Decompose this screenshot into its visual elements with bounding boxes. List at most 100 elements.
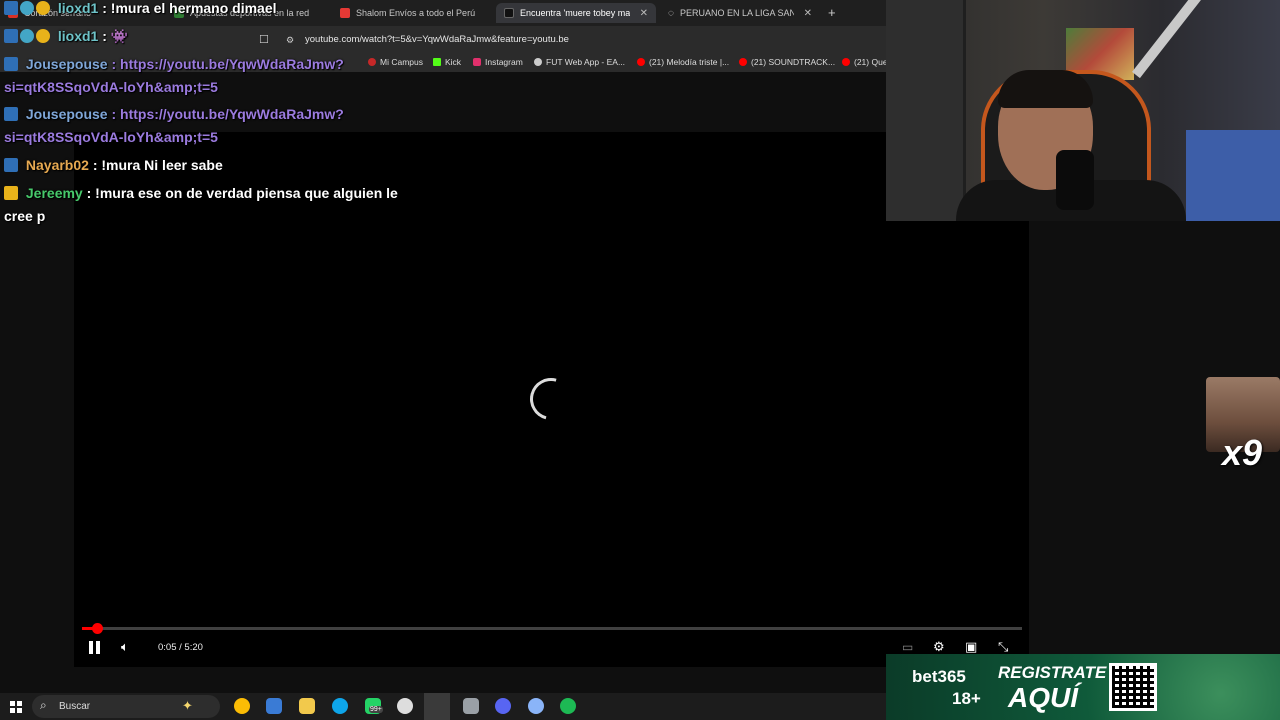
bookmark-icon [368,58,376,66]
obs-icon[interactable] [397,698,413,714]
chat-message-continued: si=qtK8SSqoVdA-loYh&amp;t=5 [4,129,218,145]
bookmark-item[interactable]: (21) Melodía triste |... [637,57,729,67]
chat-link[interactable]: : https://youtu.be/YqwWdaRaJmw? [111,56,343,72]
chat-message: Nayarb02 : !mura Ni leer sabe [4,157,223,173]
instagram-icon [473,58,481,66]
chat-text: : !mura Ni leer sabe [92,157,223,173]
search-placeholder: Buscar [59,701,91,712]
windows-start-icon[interactable] [10,701,22,713]
taskbar-search[interactable]: ⌕ Buscar ✦ [32,695,220,718]
notification-badge: 99+ [369,706,383,713]
volume-icon[interactable]: 🔈︎ [121,639,129,655]
age-label: 18+ [952,689,981,708]
chat-text: cree p [4,208,46,224]
tab-4[interactable]: Encuentra 'muere tobey maguire' ✕ [496,3,656,23]
bookmark-item[interactable]: (21) SOUNDTRACK... [739,57,835,67]
youtube-icon [637,58,645,66]
store-icon[interactable] [266,698,282,714]
bookmark-icon[interactable]: ☐ [259,33,269,46]
bed [1186,130,1280,221]
folder-icon[interactable] [299,698,315,714]
captions-icon[interactable]: ▭ [902,640,913,654]
qr-code [1109,663,1157,711]
chat-username[interactable]: Nayarb02 [26,157,89,173]
ad-cta-bottom: AQUÍ [1008,682,1078,713]
url-field[interactable]: youtube.com/watch?t=5&v=YqwWdaRaJmw&feat… [305,34,569,45]
microphone [1056,150,1094,210]
chat-link[interactable]: : https://youtu.be/YqwWdaRaJmw? [111,106,343,122]
chat-message: lioxd1 : !mura el hermano dimael [4,0,277,16]
chat-username[interactable]: Jereemy [26,185,83,201]
tab-label: PERUANO EN LA LIGA SANTANDER [679,8,794,18]
edge-icon[interactable] [332,698,348,714]
tab-5[interactable]: ◌ PERUANO EN LA LIGA SANTANDER ✕ [660,3,820,23]
progress-bar[interactable] [82,623,1022,634]
chat-username[interactable]: lioxd1 [58,0,98,16]
sub-badge-icon [36,1,50,15]
tab-favicon-icon [340,8,350,18]
bookmark-label: (21) SOUNDTRACK... [751,57,836,67]
mic-arm [1132,0,1227,79]
search-highlight-icon: ✦ [182,698,193,713]
crown-badge-icon [4,186,18,200]
webcam-feed [886,0,1280,221]
whatsapp-icon[interactable]: 99+ [365,698,383,714]
bookmark-label: (21) Que [854,57,888,67]
tab-close-icon[interactable]: ✕ [804,8,812,19]
sub-badge-icon [36,29,50,43]
tab-close-icon[interactable]: ✕ [640,8,648,19]
bookmark-label: Instagram [485,57,523,67]
new-tab-icon[interactable]: + [828,5,836,20]
bookmark-item[interactable]: FUT Web App - EA... [534,57,625,67]
theater-mode-icon[interactable]: ▣ [965,639,977,655]
streamer-hair [998,70,1093,108]
taskbar-active-indicator [424,693,450,720]
gem-badge-icon [20,29,34,43]
spotify-icon[interactable] [560,698,576,714]
bookmark-label: FUT Web App - EA... [546,57,626,67]
globe-icon [534,58,542,66]
chat-message: lioxd1 : 👾 [4,28,128,45]
discord-icon[interactable] [495,698,511,714]
verified-badge-icon [4,158,18,172]
tab-label: Shalom Envíos a todo el Perú [356,8,476,18]
chat-text: : !mura el hermano dimael [102,0,277,16]
youtube-icon [739,58,747,66]
verified-badge-icon [4,107,18,121]
chat-username[interactable]: Jousepouse [26,56,108,72]
bookmark-item[interactable]: Kick [433,57,461,67]
gem-badge-icon [20,1,34,15]
progress-handle[interactable] [92,623,104,634]
emote-multiplier: x9 [1222,432,1263,473]
address-bar: ☐ ⚙ youtube.com/watch?t=5&v=YqwWdaRaJmw&… [0,26,886,54]
chat-link[interactable]: si=qtK8SSqoVdA-loYh&amp;t=5 [4,129,218,145]
bookmark-item[interactable]: (21) Que [842,57,888,67]
time-display: 0:05 / 5:20 [158,642,203,653]
chat-message-continued: si=qtK8SSqoVdA-loYh&amp;t=5 [4,79,218,95]
tiktok-favicon-icon [504,8,514,18]
chat-message: Jousepouse : https://youtu.be/YqwWdaRaJm… [4,56,344,72]
bookmark-label: (21) Melodía triste |... [649,57,730,67]
bookmark-label: Mi Campus [380,57,423,67]
chrome-icon[interactable] [234,698,250,714]
verified-badge-icon [4,1,18,15]
tab-3[interactable]: Shalom Envíos a todo el Perú [332,3,496,23]
chat-link[interactable]: si=qtK8SSqoVdA-loYh&amp;t=5 [4,79,218,95]
bookmark-item[interactable]: Instagram [473,57,523,67]
fullscreen-icon[interactable]: ⤡ [998,639,1008,655]
bookmark-label: Kick [445,57,462,67]
settings-icon[interactable] [528,698,544,714]
ad-banner: bet365 18+ REGISTRATE AQUÍ [886,654,1280,720]
chat-username[interactable]: Jousepouse [26,106,108,122]
chat-text: : !mura ese on de verdad piensa que algu… [86,185,398,201]
pause-icon[interactable] [89,641,101,654]
bookmark-item[interactable]: Mi Campus [368,57,423,67]
settings-icon[interactable]: ⚙ [933,639,945,655]
chat-username[interactable]: lioxd1 [58,28,98,44]
verified-badge-icon [4,29,18,43]
ad-cta-top: REGISTRATE [998,663,1107,682]
site-info-icon[interactable]: ⚙ [286,35,294,46]
app-icon[interactable] [463,698,479,714]
chat-message: Jereemy : !mura ese on de verdad piensa … [4,185,398,201]
shelf [886,0,966,221]
